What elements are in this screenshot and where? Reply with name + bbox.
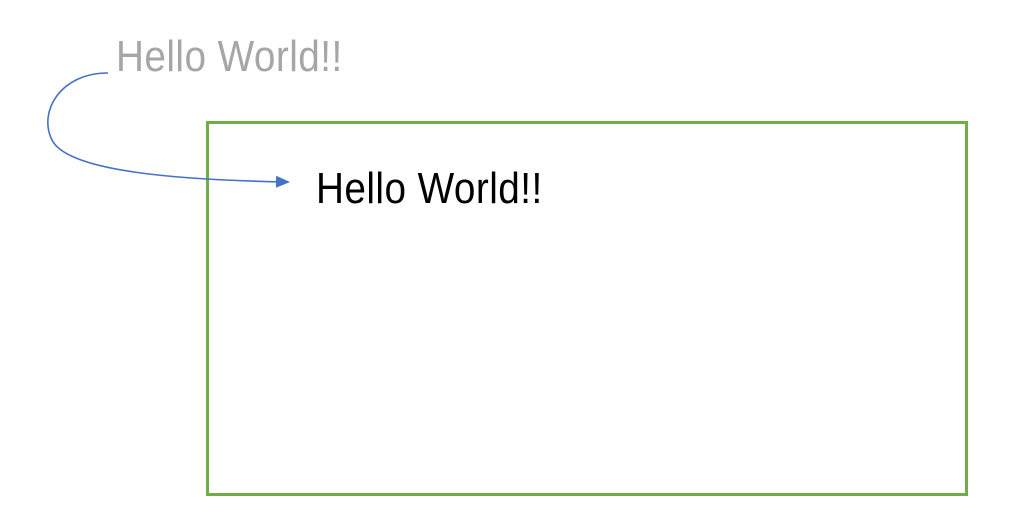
diagram-canvas: { "diagram": { "source_label": "Hello Wo… (0, 0, 1011, 520)
source-hello-world-label: Hello World!! (116, 32, 343, 81)
target-hello-world-label: Hello World!! (316, 164, 543, 213)
